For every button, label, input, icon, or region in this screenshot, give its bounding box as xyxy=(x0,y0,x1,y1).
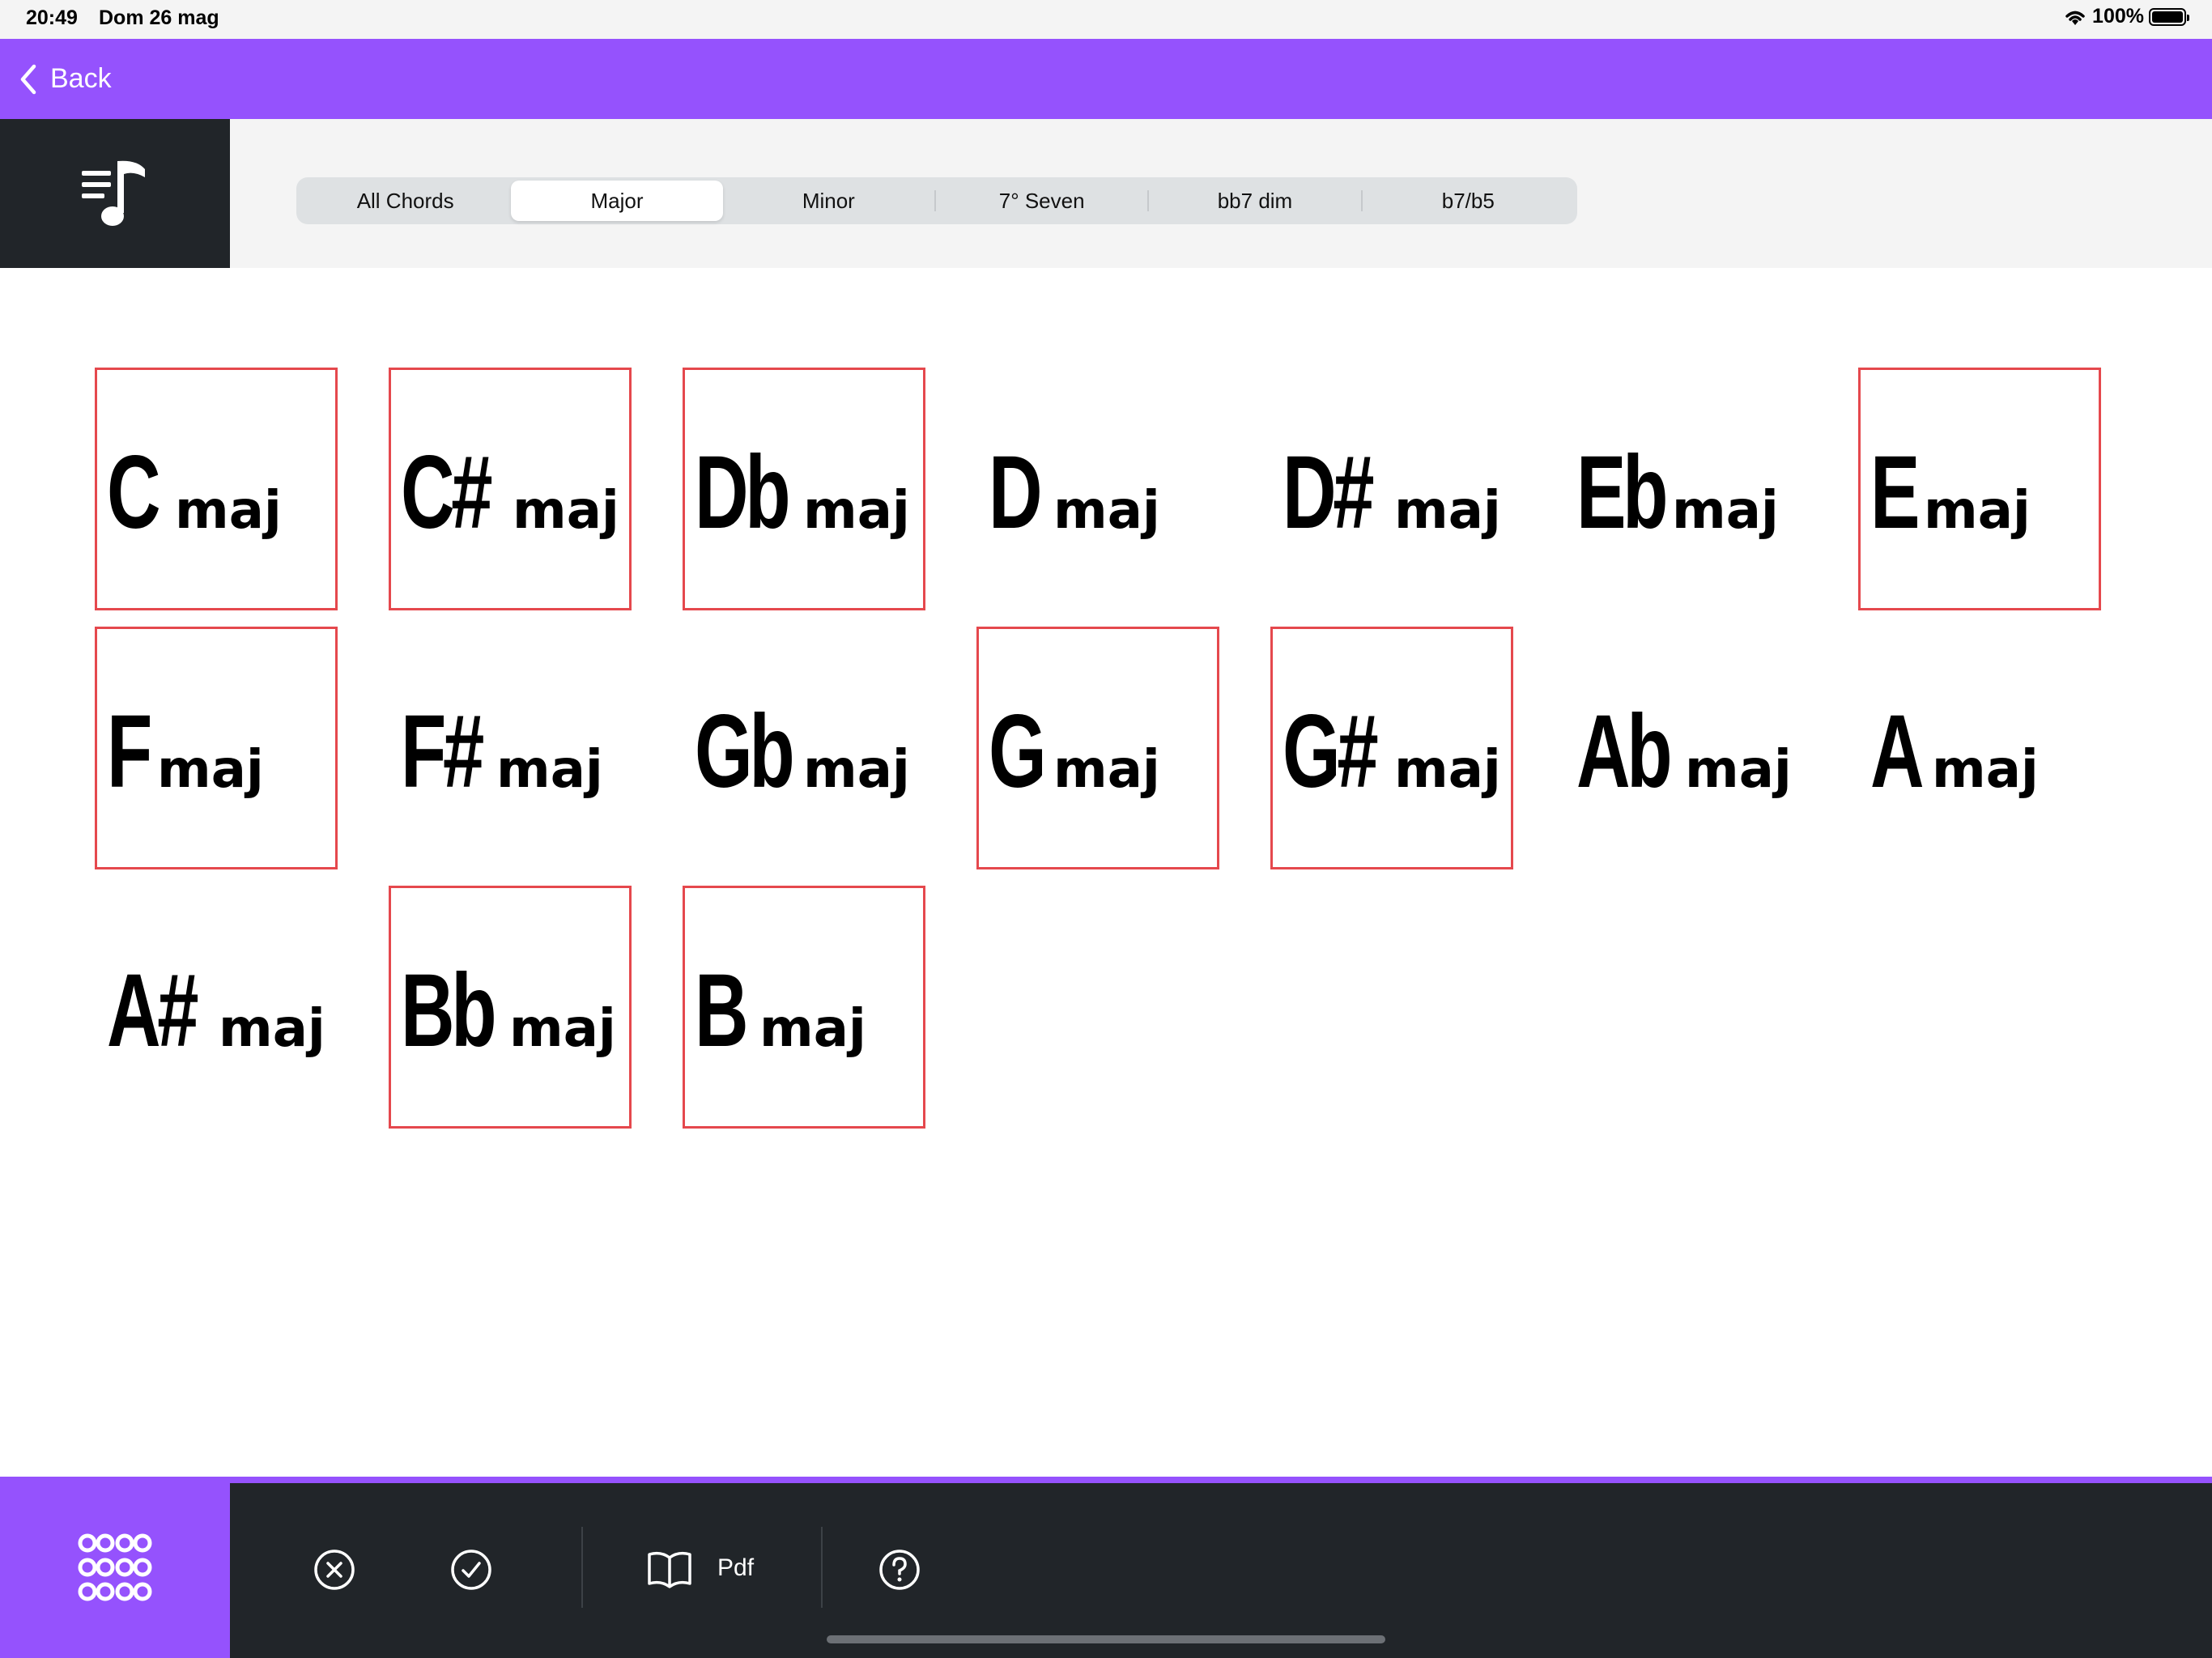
toolbar-accent-line xyxy=(0,1477,2212,1483)
toolbar-divider xyxy=(581,1527,583,1608)
chord-cell[interactable]: C# maj xyxy=(389,368,632,610)
chord-root: Db xyxy=(695,435,791,551)
app-logo xyxy=(0,119,230,268)
chord-cell[interactable]: F# maj xyxy=(389,627,632,869)
chord-cell[interactable]: Ab maj xyxy=(1564,627,1807,869)
chord-cell[interactable]: Gmaj xyxy=(976,627,1219,869)
chord-quality: maj xyxy=(1394,481,1501,541)
check-icon[interactable] xyxy=(449,1548,493,1592)
chord-root: D xyxy=(989,435,1043,551)
grid-dots-icon xyxy=(78,1533,152,1601)
toolbar-divider xyxy=(821,1527,823,1608)
chord-root: Eb xyxy=(1576,435,1668,551)
chord-cell[interactable]: Bmaj xyxy=(683,886,925,1129)
chord-cell[interactable]: A# maj xyxy=(95,886,338,1129)
chord-quality: maj xyxy=(1672,481,1779,541)
battery-percent: 100% xyxy=(2092,5,2144,28)
chord-root: Ab xyxy=(1576,694,1673,810)
chord-type-segmented-control: All Chords Major Minor 7° Seven bb7 dim … xyxy=(296,177,1577,224)
chord-root: E xyxy=(1870,435,1920,551)
status-time: 20:49 xyxy=(26,6,78,29)
chord-quality: maj xyxy=(513,481,619,541)
chord-root: F# xyxy=(401,694,484,810)
back-button[interactable]: Back xyxy=(18,39,112,119)
chord-quality: maj xyxy=(1685,740,1792,800)
chord-quality: maj xyxy=(157,740,264,800)
chord-cell[interactable]: D# maj xyxy=(1270,368,1513,610)
chord-quality: maj xyxy=(1932,740,2039,800)
chord-cell[interactable]: Fmaj xyxy=(95,627,338,869)
battery-icon xyxy=(2149,7,2189,26)
chord-cell[interactable]: Cmaj xyxy=(95,368,338,610)
book-icon[interactable] xyxy=(646,1548,693,1592)
segment-major[interactable]: Major xyxy=(511,181,723,221)
segment-dim[interactable]: bb7 dim xyxy=(1149,181,1360,221)
chord-root: G xyxy=(989,694,1047,810)
status-date: Dom 26 mag xyxy=(99,6,219,29)
back-label: Back xyxy=(50,63,112,94)
segment-half-dim[interactable]: b7/b5 xyxy=(1363,181,1574,221)
wifi-icon xyxy=(2065,11,2085,25)
chord-root: B xyxy=(695,953,749,1069)
chord-cell[interactable]: Db maj xyxy=(683,368,925,610)
clear-x-icon[interactable] xyxy=(313,1548,356,1592)
back-chevron-icon xyxy=(20,64,36,94)
nav-bar: Back xyxy=(0,39,2212,119)
chord-root: D# xyxy=(1283,435,1374,551)
chord-quality: maj xyxy=(759,999,866,1059)
chord-quality: maj xyxy=(803,740,910,800)
chord-quality: maj xyxy=(1053,740,1160,800)
chord-quality: maj xyxy=(1053,481,1160,541)
chord-cell[interactable]: Emaj xyxy=(1858,368,2101,610)
chord-quality: maj xyxy=(1924,481,2031,541)
chord-quality: maj xyxy=(803,481,910,541)
status-bar: 20:49 Dom 26 mag 100% xyxy=(0,0,2212,39)
chord-root: A# xyxy=(107,953,198,1069)
chord-quality: maj xyxy=(496,740,603,800)
chord-grid-button[interactable] xyxy=(0,1477,230,1658)
chord-cell[interactable]: G# maj xyxy=(1270,627,1513,869)
chord-root: Gb xyxy=(695,694,795,810)
chord-cell[interactable]: Eb maj xyxy=(1564,368,1807,610)
segment-minor[interactable]: Minor xyxy=(723,181,934,221)
chord-quality: maj xyxy=(175,481,282,541)
header: All Chords Major Minor 7° Seven bb7 dim … xyxy=(0,119,2212,268)
chord-cell[interactable]: Amaj xyxy=(1858,627,2101,869)
chord-quality: maj xyxy=(509,999,616,1059)
chord-cell[interactable]: Gb maj xyxy=(683,627,925,869)
chord-root: Bb xyxy=(401,953,497,1069)
help-icon[interactable] xyxy=(878,1548,921,1592)
chord-root: A xyxy=(1870,694,1925,810)
status-right: 100% xyxy=(2063,5,2189,28)
chord-root: C# xyxy=(401,435,492,551)
chord-cell[interactable]: Dmaj xyxy=(976,368,1219,610)
chord-quality: maj xyxy=(219,999,325,1059)
chord-root: C xyxy=(107,435,161,551)
chord-root: G# xyxy=(1283,694,1379,810)
chord-root: F xyxy=(107,694,152,810)
segment-seven[interactable]: 7° Seven xyxy=(936,181,1147,221)
chord-cell[interactable]: Bb maj xyxy=(389,886,632,1129)
home-indicator xyxy=(827,1635,1385,1643)
chord-quality: maj xyxy=(1394,740,1501,800)
segment-all-chords[interactable]: All Chords xyxy=(300,181,511,221)
pdf-button-label[interactable]: Pdf xyxy=(717,1554,754,1582)
music-list-icon xyxy=(82,160,145,226)
